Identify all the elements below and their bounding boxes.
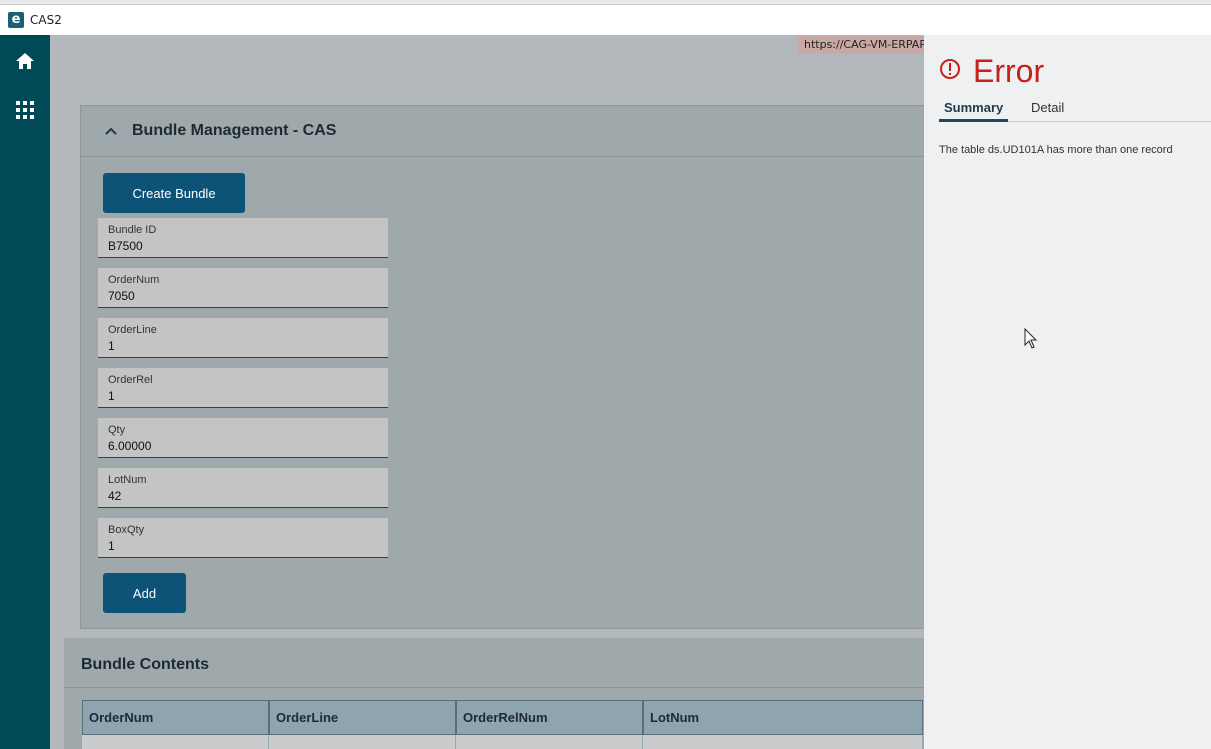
table-cell bbox=[269, 735, 456, 749]
field-value: 1 bbox=[108, 339, 115, 353]
box-qty-field[interactable]: BoxQty 1 bbox=[98, 518, 388, 558]
field-label: OrderRel bbox=[108, 374, 153, 386]
table-row[interactable] bbox=[82, 735, 924, 749]
mouse-cursor-icon bbox=[1024, 327, 1038, 355]
home-icon[interactable] bbox=[13, 49, 37, 73]
order-num-field[interactable]: OrderNum 7050 bbox=[98, 268, 388, 308]
column-header-orderline[interactable]: OrderLine bbox=[269, 700, 456, 735]
field-label: OrderNum bbox=[108, 274, 160, 286]
field-label: Bundle ID bbox=[108, 224, 157, 236]
table-cell bbox=[82, 735, 269, 749]
error-panel: Error Summary Detail The table ds.UD101A… bbox=[924, 35, 1211, 749]
grid-header: OrderNum OrderLine OrderRelNum LotNum bbox=[82, 700, 924, 735]
field-value: B7500 bbox=[108, 239, 143, 253]
field-value: 6.00000 bbox=[108, 439, 152, 453]
bundle-contents-panel: Bundle Contents OrderNum OrderLine Order… bbox=[64, 638, 924, 749]
nav-rail bbox=[0, 35, 50, 749]
main-content: https://CAG-VM-ERPAPP Bundle Management … bbox=[50, 35, 924, 749]
error-tabs: Summary Detail bbox=[939, 100, 1211, 122]
divider bbox=[64, 687, 924, 688]
tab-summary[interactable]: Summary bbox=[939, 100, 1009, 122]
tab-detail[interactable]: Detail bbox=[1031, 100, 1064, 122]
bundle-contents-title: Bundle Contents bbox=[81, 656, 209, 673]
field-label: LotNum bbox=[108, 474, 147, 486]
error-circle-icon bbox=[939, 58, 961, 85]
bundle-management-panel: Bundle Management - CAS Create Bundle Bu… bbox=[80, 105, 924, 629]
column-header-lotnum[interactable]: LotNum bbox=[643, 700, 923, 735]
order-rel-field[interactable]: OrderRel 1 bbox=[98, 368, 388, 408]
column-header-orderrelnum[interactable]: OrderRelNum bbox=[456, 700, 643, 735]
error-header: Error bbox=[939, 53, 1044, 90]
create-bundle-button[interactable]: Create Bundle bbox=[103, 173, 245, 213]
field-value: 42 bbox=[108, 489, 122, 503]
bundle-id-field[interactable]: Bundle ID B7500 bbox=[98, 218, 388, 258]
table-cell bbox=[643, 735, 923, 749]
field-value: 7050 bbox=[108, 289, 135, 303]
field-value: 1 bbox=[108, 389, 115, 403]
table-cell bbox=[456, 735, 643, 749]
field-label: Qty bbox=[108, 424, 126, 436]
app-logo-icon: e bbox=[8, 12, 24, 28]
lot-num-field[interactable]: LotNum 42 bbox=[98, 468, 388, 508]
field-label: BoxQty bbox=[108, 524, 145, 536]
url-tooltip: https://CAG-VM-ERPAPP bbox=[798, 36, 924, 54]
field-value: 1 bbox=[108, 539, 115, 553]
field-label: OrderLine bbox=[108, 324, 157, 336]
panel-header[interactable]: Bundle Management - CAS bbox=[81, 106, 924, 157]
chevron-up-icon[interactable] bbox=[103, 123, 119, 139]
qty-field[interactable]: Qty 6.00000 bbox=[98, 418, 388, 458]
panel-title: Bundle Management - CAS bbox=[132, 122, 337, 139]
error-title: Error bbox=[973, 53, 1045, 89]
window-title: CAS2 bbox=[30, 13, 62, 27]
error-message: The table ds.UD101A has more than one re… bbox=[939, 144, 1173, 156]
order-line-field[interactable]: OrderLine 1 bbox=[98, 318, 388, 358]
apps-grid-icon[interactable] bbox=[13, 98, 37, 122]
window-titlebar: e CAS2 bbox=[0, 5, 1211, 35]
add-button[interactable]: Add bbox=[103, 573, 186, 613]
column-header-ordernum[interactable]: OrderNum bbox=[82, 700, 269, 735]
